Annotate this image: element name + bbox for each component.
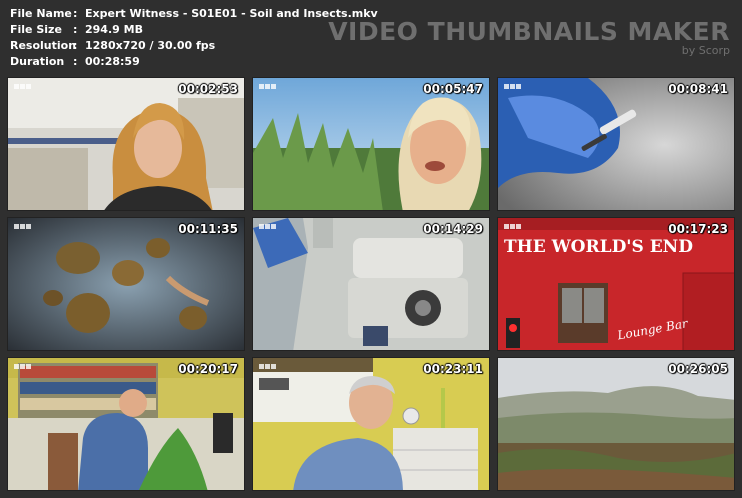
info-value-file-size: 294.9 MB (85, 23, 143, 36)
thumbnail-image-microscope (253, 218, 489, 350)
thumbnail-timestamp: 00:26:05 (668, 362, 728, 376)
thumbnail-6[interactable]: THE WORLD'S END Lounge Bar 00:17:23 (497, 217, 735, 351)
thumbnail-timestamp: 00:05:47 (423, 82, 483, 96)
info-separator: : (73, 55, 78, 68)
thumbnail-timestamp: 00:23:11 (423, 362, 483, 376)
info-separator: : (73, 39, 78, 52)
thumbnail-timestamp: 00:14:29 (423, 222, 483, 236)
info-value-resolution: 1280x720 / 30.00 fps (85, 39, 216, 52)
thumbnail-8[interactable]: 00:23:11 (252, 357, 490, 491)
file-info-panel: File Name : Expert Witness - S01E01 - So… (10, 6, 378, 70)
info-row-duration: Duration : 00:28:59 (10, 54, 378, 70)
bbc-logo (259, 224, 276, 229)
thumbnail-9[interactable]: 00:26:05 (497, 357, 735, 491)
info-key: File Size (10, 23, 62, 36)
thumbnail-image-moorland (498, 358, 734, 490)
brand-subtitle: by Scorp (681, 44, 730, 57)
info-value-duration: 00:28:59 (85, 55, 140, 68)
brand-title: VIDEO THUMBNAILS MAKER (328, 17, 730, 46)
thumbnail-timestamp: 00:08:41 (668, 82, 728, 96)
thumbnail-timestamp: 00:20:17 (178, 362, 238, 376)
thumbnail-image-woman-interview (8, 78, 244, 210)
pub-sign-text: THE WORLD'S END (504, 237, 693, 257)
info-row-file-size: File Size : 294.9 MB (10, 22, 378, 38)
bbc-logo (504, 84, 521, 89)
thumbnail-image-man-desk-close (253, 358, 489, 490)
thumbnail-4[interactable]: 00:11:35 (7, 217, 245, 351)
thumbnail-timestamp: 00:11:35 (178, 222, 238, 236)
thumbnail-5[interactable]: 00:14:29 (252, 217, 490, 351)
info-separator: : (73, 7, 78, 20)
bbc-logo (259, 84, 276, 89)
info-separator: : (73, 23, 78, 36)
thumbnail-timestamp: 00:17:23 (668, 222, 728, 236)
info-key: Resolution (10, 39, 77, 52)
thumbnail-image-pub-sign: THE WORLD'S END Lounge Bar (498, 218, 734, 350)
info-key: Duration (10, 55, 65, 68)
thumbnail-image-man-desk-wide (8, 358, 244, 490)
thumbnail-image-microscope-sample (8, 218, 244, 350)
thumbnail-grid: 00:02:53 00:05:47 00:08:41 00:11:35 00:1… (7, 77, 736, 492)
thumbnail-timestamp: 00:02:53 (178, 82, 238, 96)
thumbnail-image-gloved-hand (498, 78, 734, 210)
thumbnail-7[interactable]: 00:20:17 (7, 357, 245, 491)
info-key: File Name (10, 7, 72, 20)
thumbnail-2[interactable]: 00:05:47 (252, 77, 490, 211)
info-row-file-name: File Name : Expert Witness - S01E01 - So… (10, 6, 378, 22)
thumbnail-1[interactable]: 00:02:53 (7, 77, 245, 211)
bbc-logo (14, 224, 31, 229)
thumbnail-image-field-face (253, 78, 489, 210)
bbc-logo (259, 364, 276, 369)
bbc-logo (14, 84, 31, 89)
bbc-logo (14, 364, 31, 369)
thumbnail-3[interactable]: 00:08:41 (497, 77, 735, 211)
bbc-logo (504, 224, 521, 229)
info-row-resolution: Resolution : 1280x720 / 30.00 fps (10, 38, 378, 54)
brand-watermark: VIDEO THUMBNAILS MAKER by Scorp (328, 18, 730, 57)
